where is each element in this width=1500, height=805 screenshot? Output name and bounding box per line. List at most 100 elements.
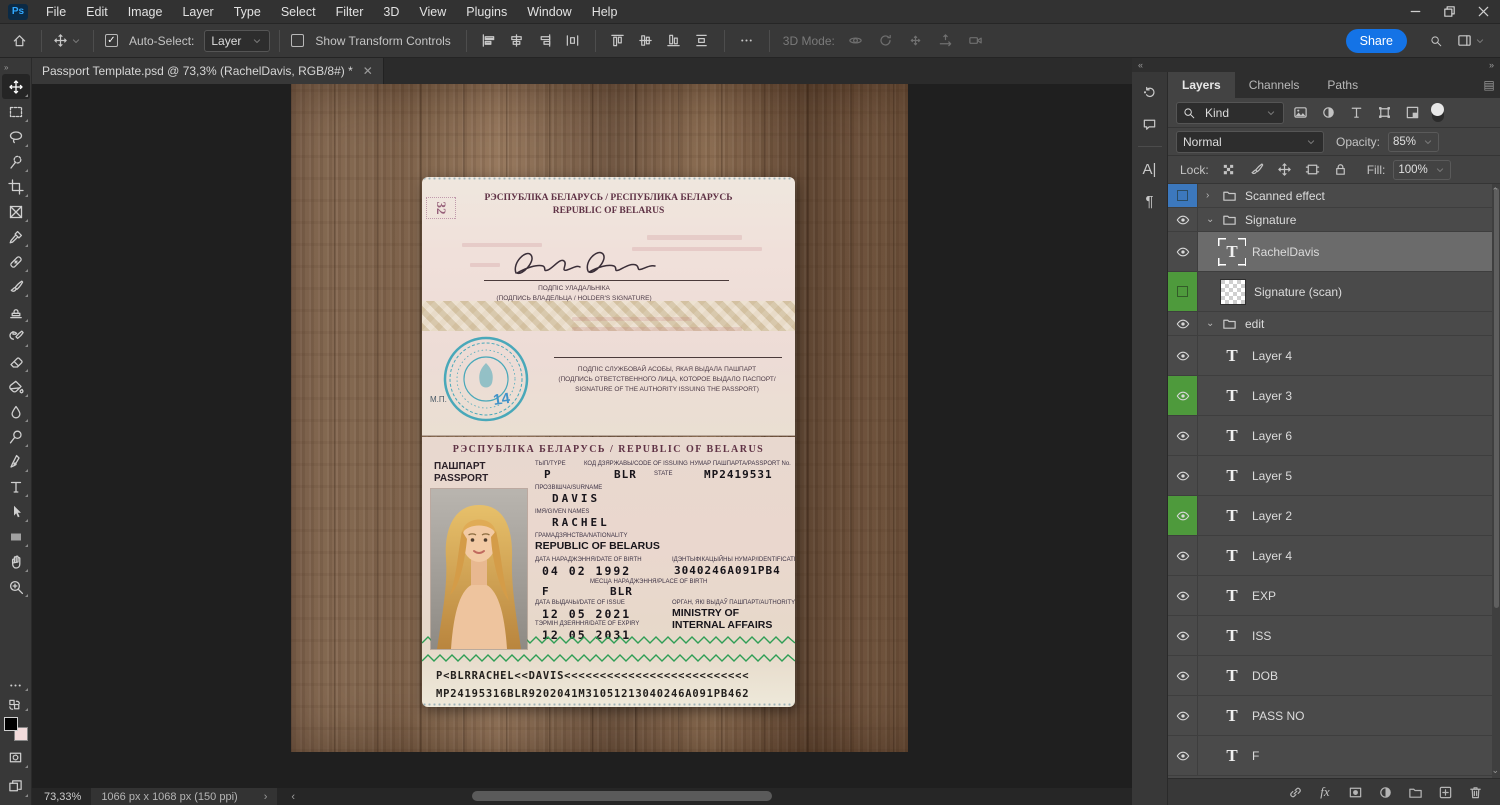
dodge-tool[interactable] <box>2 424 30 449</box>
visibility-toggle[interactable] <box>1168 656 1198 695</box>
swap-colors-button[interactable] <box>2 697 30 713</box>
visibility-toggle[interactable] <box>1168 208 1198 231</box>
screen-mode-button[interactable] <box>2 774 30 799</box>
lock-artboard-button[interactable] <box>1301 159 1325 181</box>
tool-preset-button[interactable] <box>51 28 84 54</box>
add-mask-button[interactable] <box>1344 781 1366 803</box>
minimize-button[interactable] <box>1398 0 1432 24</box>
align-top-edges-button[interactable] <box>605 28 631 54</box>
layer-row-layer-6[interactable]: T Layer 6 <box>1168 416 1500 456</box>
menu-item-plugins[interactable]: Plugins <box>456 0 517 24</box>
dock-collapse-left[interactable]: « <box>1138 60 1143 70</box>
filter-kind-dropdown[interactable]: Kind <box>1176 101 1284 124</box>
menu-item-3d[interactable]: 3D <box>373 0 409 24</box>
type-tool[interactable] <box>2 474 30 499</box>
layer-row-iss[interactable]: T ISS <box>1168 616 1500 656</box>
filter-toggle-switch[interactable] <box>1431 102 1444 122</box>
pen-tool[interactable] <box>2 449 30 474</box>
roll-3d-button[interactable] <box>873 28 899 54</box>
visibility-toggle[interactable] <box>1168 496 1198 535</box>
visibility-toggle[interactable] <box>1168 456 1198 495</box>
align-vertical-centers-button[interactable] <box>633 28 659 54</box>
zoom-tool[interactable] <box>2 574 30 599</box>
menu-item-view[interactable]: View <box>409 0 456 24</box>
visibility-toggle[interactable] <box>1168 312 1198 335</box>
visibility-toggle[interactable] <box>1168 416 1198 455</box>
menu-item-layer[interactable]: Layer <box>172 0 223 24</box>
lock-all-button[interactable] <box>1329 159 1353 181</box>
history-panel-button[interactable] <box>1136 78 1164 106</box>
restore-button[interactable] <box>1432 0 1466 24</box>
layer-row-dob[interactable]: T DOB <box>1168 656 1500 696</box>
layer-row-layer-3[interactable]: T Layer 3 <box>1168 376 1500 416</box>
fill-input[interactable]: 100% <box>1393 159 1451 180</box>
menu-item-image[interactable]: Image <box>118 0 173 24</box>
slide-3d-button[interactable] <box>933 28 959 54</box>
scroll-up-icon[interactable]: ⌃ <box>1491 186 1499 197</box>
layer-row-edit[interactable]: ⌄ edit <box>1168 312 1500 336</box>
paint-bucket-tool[interactable] <box>2 374 30 399</box>
layer-row-layer-4[interactable]: T Layer 4 <box>1168 336 1500 376</box>
close-button[interactable] <box>1466 0 1500 24</box>
frame-tool[interactable] <box>2 199 30 224</box>
crop-tool[interactable] <box>2 174 30 199</box>
filter-type-layers-button[interactable] <box>1344 102 1368 124</box>
status-back-chevron-icon[interactable]: ‹ <box>291 791 295 803</box>
canvas-area[interactable]: 32 РЭСПУБЛІКА БЕЛАРУСЬ / РЕСПУБЛИКА БЕЛА… <box>32 84 1132 788</box>
menu-item-window[interactable]: Window <box>517 0 581 24</box>
horizontal-scrollbar[interactable] <box>472 791 772 801</box>
quick-mask-button[interactable] <box>2 745 30 770</box>
opacity-input[interactable]: 85% <box>1388 131 1440 152</box>
visibility-toggle[interactable] <box>1168 616 1198 655</box>
align-right-edges-button[interactable] <box>532 28 558 54</box>
search-button[interactable] <box>1423 28 1449 54</box>
path-selection-tool[interactable] <box>2 499 30 524</box>
new-layer-button[interactable] <box>1434 781 1456 803</box>
eyedropper-tool[interactable] <box>2 224 30 249</box>
layer-row-pass-no[interactable]: T PASS NO <box>1168 696 1500 736</box>
filter-smart-objects-button[interactable] <box>1400 102 1424 124</box>
layer-row-signature-scan-[interactable]: Signature (scan) <box>1168 272 1500 312</box>
camera-3d-button[interactable] <box>963 28 989 54</box>
blur-tool[interactable] <box>2 399 30 424</box>
orbit-3d-button[interactable] <box>843 28 869 54</box>
clone-stamp-tool[interactable] <box>2 299 30 324</box>
visibility-toggle[interactable] <box>1168 336 1198 375</box>
menu-item-file[interactable]: File <box>36 0 76 24</box>
quick-selection-tool[interactable] <box>2 149 30 174</box>
visibility-toggle[interactable] <box>1168 536 1198 575</box>
layer-row-signature[interactable]: ⌄ Signature <box>1168 208 1500 232</box>
visibility-toggle[interactable] <box>1168 376 1198 415</box>
brush-tool[interactable] <box>2 274 30 299</box>
pan-3d-button[interactable] <box>903 28 929 54</box>
history-brush-tool[interactable] <box>2 324 30 349</box>
lasso-tool[interactable] <box>2 124 30 149</box>
share-button[interactable]: Share <box>1345 28 1407 53</box>
filter-shape-layers-button[interactable] <box>1372 102 1396 124</box>
align-horizontal-centers-button[interactable] <box>504 28 530 54</box>
dock-collapse-right[interactable]: » <box>1489 60 1494 70</box>
panel-menu-icon[interactable]: ▤ <box>1478 72 1500 98</box>
vertical-scrollbar[interactable] <box>1492 184 1500 778</box>
lock-position-button[interactable] <box>1273 159 1297 181</box>
blend-mode-dropdown[interactable]: Normal <box>1176 130 1324 153</box>
layer-row-layer-4[interactable]: T Layer 4 <box>1168 536 1500 576</box>
distribute-horizontally-button[interactable] <box>560 28 586 54</box>
visibility-toggle[interactable] <box>1168 576 1198 615</box>
hand-tool[interactable] <box>2 549 30 574</box>
home-button[interactable] <box>6 28 32 54</box>
filter-adjustment-layers-button[interactable] <box>1316 102 1340 124</box>
adjustment-layer-button[interactable] <box>1374 781 1396 803</box>
visibility-toggle[interactable] <box>1168 736 1198 775</box>
toolbar-collapse[interactable]: » <box>0 60 31 74</box>
menu-item-filter[interactable]: Filter <box>326 0 374 24</box>
auto-select-target-dropdown[interactable]: Layer <box>204 29 271 52</box>
visibility-toggle[interactable] <box>1168 272 1198 311</box>
tab-paths[interactable]: Paths <box>1313 72 1372 98</box>
layer-row-exp[interactable]: T EXP <box>1168 576 1500 616</box>
layer-row-scanned-effect[interactable]: › Scanned effect <box>1168 184 1500 208</box>
align-left-edges-button[interactable] <box>476 28 502 54</box>
menu-item-edit[interactable]: Edit <box>76 0 118 24</box>
delete-layer-button[interactable] <box>1464 781 1486 803</box>
menu-item-help[interactable]: Help <box>582 0 628 24</box>
